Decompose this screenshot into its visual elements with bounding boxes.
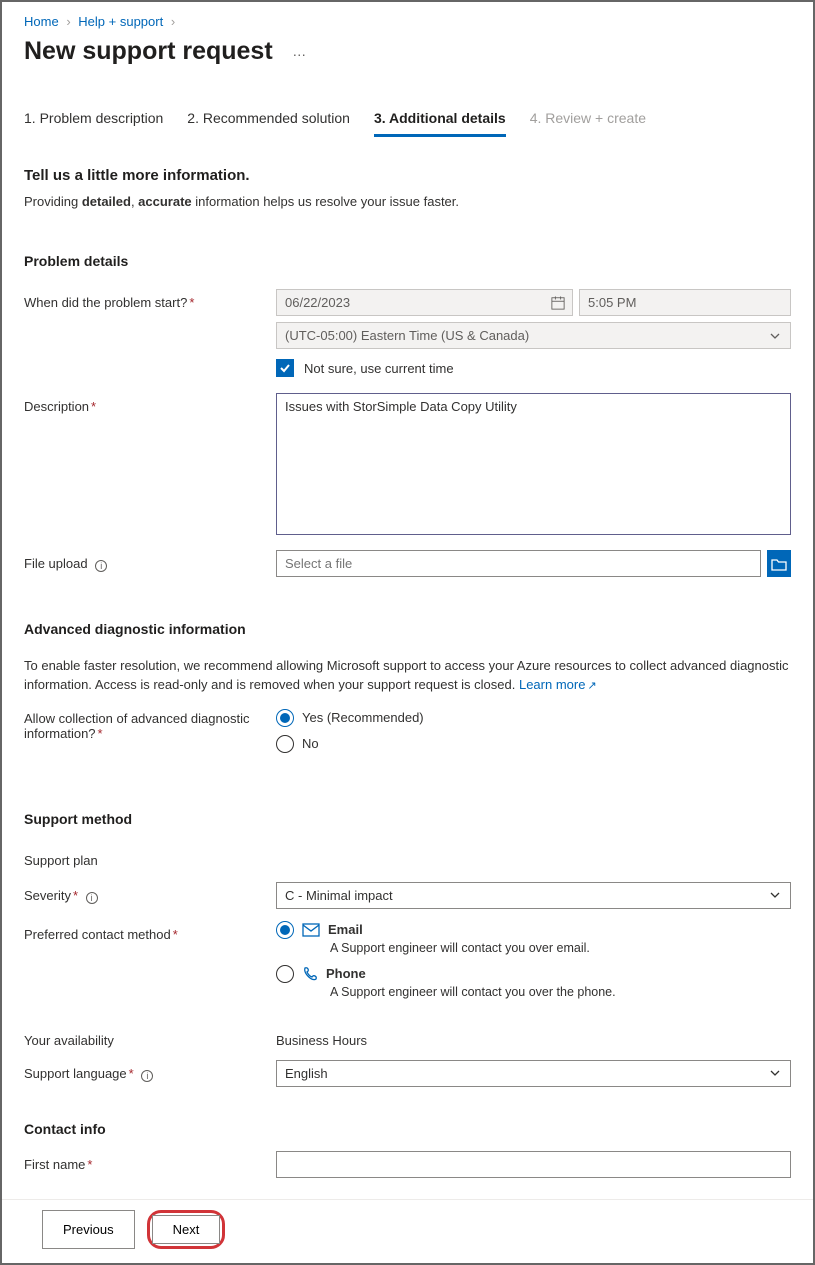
radio-phone[interactable] — [276, 965, 294, 983]
file-select-input[interactable] — [276, 550, 761, 577]
label-support-plan: Support plan — [24, 847, 276, 868]
section-contact-info: Contact info — [24, 1121, 791, 1137]
info-icon[interactable]: i — [86, 892, 98, 904]
folder-icon — [771, 557, 787, 571]
breadcrumb: Home › Help + support › — [24, 10, 791, 35]
label-contact-method: Preferred contact method* — [24, 921, 276, 942]
label-severity: Severity* i — [24, 882, 276, 904]
phone-icon — [302, 966, 318, 982]
label-allow-collection: Allow collection of advanced diagnostic … — [24, 709, 276, 741]
timezone-select[interactable] — [276, 322, 791, 349]
previous-button[interactable]: Previous — [42, 1210, 135, 1249]
label-support-language: Support language* i — [24, 1060, 276, 1082]
email-label: Email — [328, 922, 363, 937]
intro-heading: Tell us a little more information. — [24, 167, 791, 184]
chevron-right-icon: › — [171, 14, 175, 29]
section-support-method: Support method — [24, 811, 791, 827]
not-sure-checkbox[interactable] — [276, 359, 294, 377]
advanced-diagnostic-text: To enable faster resolution, we recommen… — [24, 657, 791, 695]
learn-more-link[interactable]: Learn more↗ — [519, 677, 597, 692]
breadcrumb-home[interactable]: Home — [24, 14, 59, 29]
radio-yes[interactable] — [276, 709, 294, 727]
date-input[interactable] — [276, 289, 573, 316]
check-icon — [279, 362, 291, 374]
tab-problem-description[interactable]: 1. Problem description — [24, 110, 163, 137]
wizard-footer: Previous Next — [2, 1199, 813, 1263]
chevron-right-icon: › — [66, 14, 70, 29]
info-icon[interactable]: i — [95, 560, 107, 572]
time-input[interactable] — [579, 289, 791, 316]
first-name-input[interactable] — [276, 1151, 791, 1178]
phone-description: A Support engineer will contact you over… — [330, 985, 791, 999]
email-description: A Support engineer will contact you over… — [330, 941, 791, 955]
availability-value: Business Hours — [276, 1027, 791, 1048]
radio-email[interactable] — [276, 921, 294, 939]
next-button-highlight: Next — [147, 1210, 226, 1249]
page-title: New support request — [24, 37, 273, 66]
severity-select[interactable] — [276, 882, 791, 909]
next-button[interactable]: Next — [152, 1215, 221, 1244]
content-scroll: Home › Help + support › New support requ… — [2, 2, 813, 1199]
info-icon[interactable]: i — [141, 1070, 153, 1082]
label-file-upload: File upload i — [24, 550, 276, 572]
label-first-name: First name* — [24, 1151, 276, 1172]
radio-no[interactable] — [276, 735, 294, 753]
wizard-tabs: 1. Problem description 2. Recommended so… — [24, 110, 791, 137]
description-textarea[interactable]: Issues with StorSimple Data Copy Utility — [276, 393, 791, 535]
tab-additional-details[interactable]: 3. Additional details — [374, 110, 506, 137]
email-icon — [302, 923, 320, 937]
label-availability: Your availability — [24, 1027, 276, 1048]
not-sure-label: Not sure, use current time — [304, 361, 454, 376]
section-advanced-diagnostic: Advanced diagnostic information — [24, 621, 791, 637]
breadcrumb-help-support[interactable]: Help + support — [78, 14, 163, 29]
section-problem-details: Problem details — [24, 253, 791, 269]
tab-review-create: 4. Review + create — [530, 110, 646, 137]
tab-recommended-solution[interactable]: 2. Recommended solution — [187, 110, 350, 137]
label-when-start: When did the problem start?* — [24, 289, 276, 310]
radio-no-label: No — [302, 736, 319, 751]
label-description: Description* — [24, 393, 276, 414]
external-link-icon: ↗ — [587, 680, 596, 692]
language-select[interactable] — [276, 1060, 791, 1087]
ellipsis-icon[interactable]: … — [292, 43, 307, 59]
phone-label: Phone — [326, 966, 366, 981]
intro-subtext: Providing detailed, accurate information… — [24, 194, 791, 209]
support-request-frame: Home › Help + support › New support requ… — [0, 0, 815, 1265]
file-browse-button[interactable] — [767, 550, 791, 577]
radio-yes-label: Yes (Recommended) — [302, 710, 424, 725]
